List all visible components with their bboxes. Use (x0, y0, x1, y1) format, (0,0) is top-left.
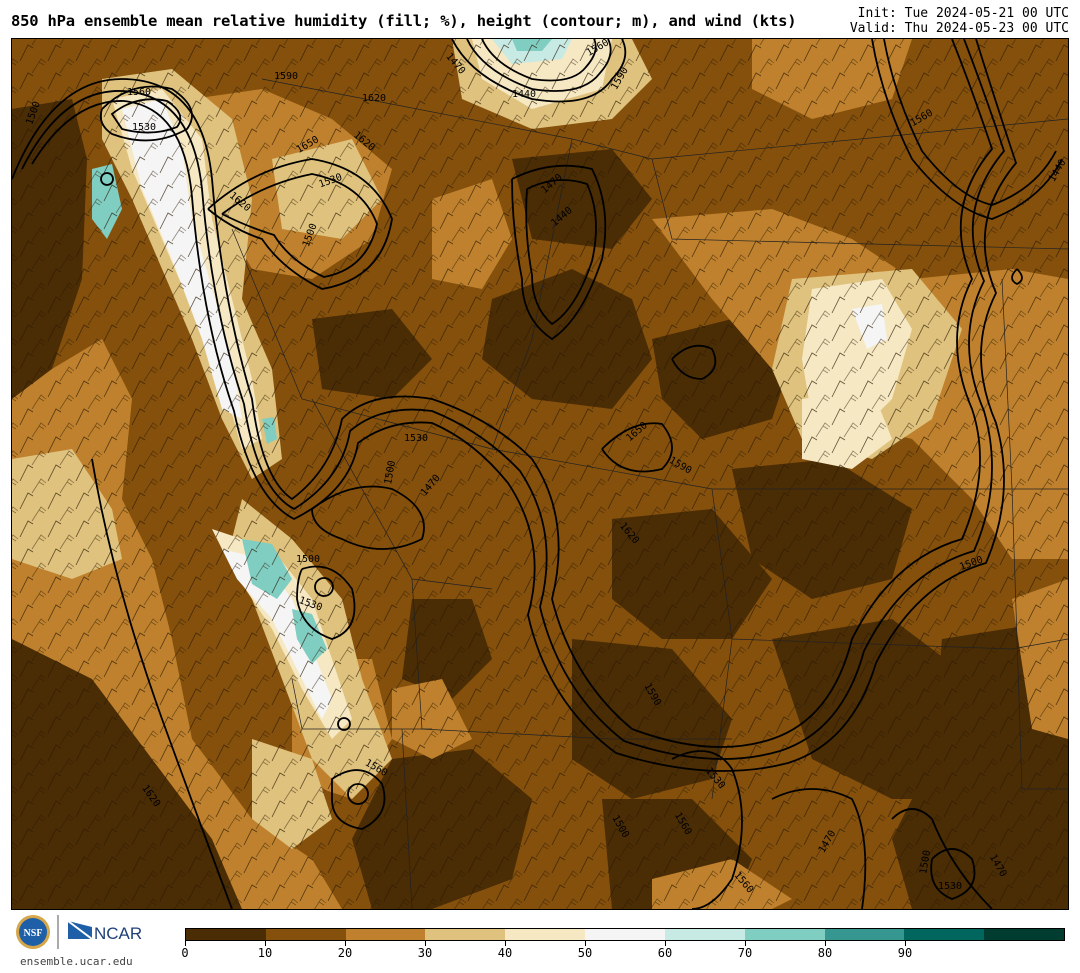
colorbar-tick-label: 10 (257, 946, 273, 960)
contour-label: 1500 (296, 554, 320, 565)
colorbar-tick-label: 90 (897, 946, 913, 960)
contour-label: 1440 (512, 89, 536, 100)
footer-url[interactable]: ensemble.ucar.edu (20, 955, 133, 968)
nsf-logo: NSF (16, 915, 50, 949)
valid-time: Valid: Thu 2024-05-23 00 UTC (849, 21, 1069, 36)
nsf-logo-text: NSF (24, 928, 43, 939)
colorbar-tick-label: 50 (577, 946, 593, 960)
colorbar-tick-label: 20 (337, 946, 353, 960)
colorbar-tick-label: 60 (657, 946, 673, 960)
contour-label: 1620 (362, 93, 386, 104)
rh-colorbar (185, 928, 1065, 941)
contour-label: 1560 (127, 87, 151, 98)
colorbar-segment (186, 929, 266, 940)
colorbar-tick-label: 80 (817, 946, 833, 960)
contour-label: 1530 (938, 881, 962, 892)
ncar-logo-text: NCAR (94, 924, 142, 943)
colorbar-segment (824, 929, 905, 940)
forecast-map: 1560 1530 1500 1470 1440 1620 1590 1650 … (11, 38, 1069, 910)
init-time: Init: Tue 2024-05-21 00 UTC (857, 6, 1069, 21)
colorbar-segment (265, 929, 346, 940)
contour-label: 1530 (404, 433, 428, 444)
colorbar-segment (585, 929, 665, 940)
humidity-map-svg: 1560 1530 1500 1470 1440 1620 1590 1650 … (12, 39, 1068, 909)
map-title: 850 hPa ensemble mean relative humidity … (11, 12, 797, 30)
colorbar-segment (505, 929, 586, 940)
colorbar-tick-label: 70 (737, 946, 753, 960)
colorbar-segment (345, 929, 426, 940)
colorbar-segment (664, 929, 745, 940)
logos-svg: NSF NCAR (16, 915, 142, 949)
colorbar-segment (744, 929, 825, 940)
forecast-times: Init: Tue 2024-05-21 00 UTC Valid: Thu 2… (850, 6, 1069, 36)
ncar-logo: NCAR (67, 920, 142, 943)
colorbar-tick-label: 30 (417, 946, 433, 960)
colorbar-tick-label: 0 (181, 946, 189, 960)
colorbar-segment (984, 929, 1064, 940)
contour-label: 1590 (274, 71, 298, 82)
contour-label: 1530 (132, 122, 156, 133)
colorbar-ticks: 0 10 20 30 40 50 60 70 80 90 (181, 941, 1065, 971)
colorbar-tick-label: 40 (497, 946, 513, 960)
colorbar-segment (425, 929, 506, 940)
colorbar-segment (904, 929, 985, 940)
